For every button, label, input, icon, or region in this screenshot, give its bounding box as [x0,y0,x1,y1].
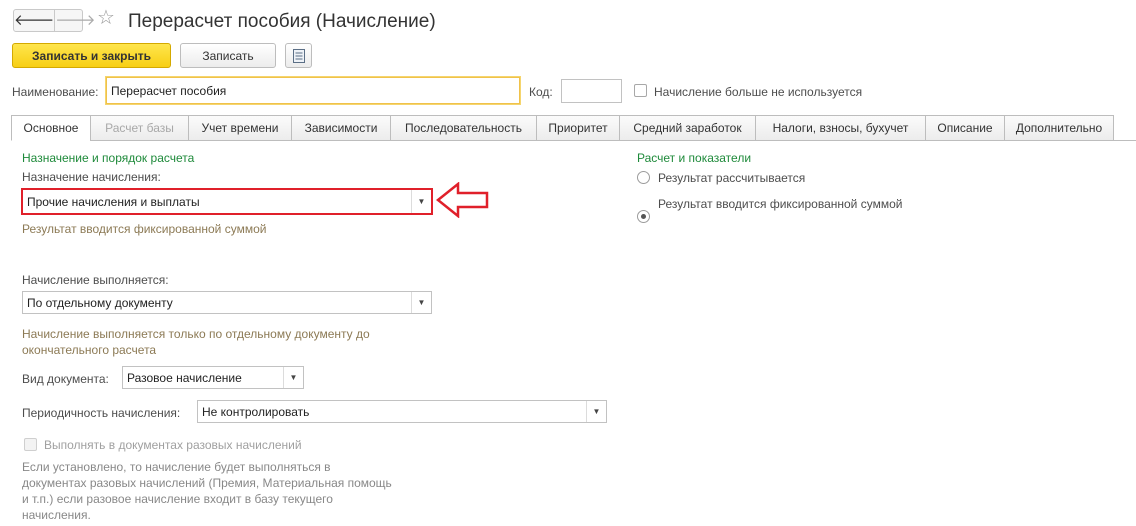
period-select[interactable]: Не контролировать ▼ [197,400,607,423]
tab-bar: Основное Расчет базы Учет времени Зависи… [11,115,1124,141]
arrow-left-icon[interactable]: 🡐 [14,10,56,31]
radio-fixed[interactable] [637,210,650,223]
one-time-hint-line: Если установлено, то начисление будет вы… [22,460,331,474]
save-button[interactable]: Записать [180,43,276,68]
chevron-down-icon[interactable]: ▼ [411,190,431,213]
tab-sequence[interactable]: Последовательность [390,115,537,141]
doc-type-label: Вид документа: [22,372,109,386]
unused-label: Начисление больше не используется [654,85,863,99]
star-icon[interactable]: ☆ [97,8,115,28]
tab-description[interactable]: Описание [925,115,1005,141]
navigation-buttons: 🡐 🡒 [13,9,95,32]
tab-average-earnings[interactable]: Средний заработок [619,115,756,141]
period-value: Не контролировать [202,404,310,419]
purpose-group-title: Назначение и порядок расчета [22,151,195,165]
tab-base-calc[interactable]: Расчет базы [90,115,189,141]
code-label: Код: [529,85,553,99]
purpose-label: Назначение начисления: [22,170,161,184]
purpose-select[interactable]: Прочие начисления и выплаты ▼ [21,188,433,215]
tab-additional[interactable]: Дополнительно [1004,115,1114,141]
radio-fixed-label: Результат вводится фиксированной суммой [658,197,903,211]
one-time-hint-line: и т.п.) если разовое начисление входит в… [22,492,333,506]
unused-checkbox[interactable] [634,84,647,97]
exec-hint-line: Начисление выполняется только по отдельн… [22,327,370,341]
tab-time-tracking[interactable]: Учет времени [188,115,292,141]
calc-group-title: Расчет и показатели [637,151,752,165]
list-icon[interactable] [285,43,312,68]
one-time-label: Выполнять в документах разовых начислени… [44,438,302,452]
doc-type-select[interactable]: Разовое начисление ▼ [122,366,304,389]
chevron-down-icon[interactable]: ▼ [411,292,431,313]
arrow-annotation-icon [435,181,490,221]
exec-hint-line: окончательного расчета [22,343,157,357]
radio-calculated[interactable] [637,171,650,184]
one-time-hint: Если установлено, то начисление будет вы… [22,459,392,523]
page-title: Перерасчет пособия (Начисление) [128,11,436,32]
tab-main[interactable]: Основное [11,115,91,141]
doc-type-value: Разовое начисление [127,370,242,385]
exec-label: Начисление выполняется: [22,273,169,287]
purpose-value: Прочие начисления и выплаты [27,194,200,209]
period-label: Периодичность начисления: [22,406,181,420]
exec-hint: Начисление выполняется только по отдельн… [22,326,370,358]
one-time-hint-line: документах разовых начислений (Премия, М… [22,476,392,490]
tab-taxes[interactable]: Налоги, взносы, бухучет [755,115,926,141]
purpose-hint: Результат вводится фиксированной суммой [22,222,267,236]
name-input[interactable]: Перерасчет пособия [106,77,520,104]
tab-priority[interactable]: Приоритет [536,115,620,141]
chevron-down-icon[interactable]: ▼ [283,367,303,388]
exec-value: По отдельному документу [27,295,173,310]
one-time-hint-line: начисления. [22,508,91,522]
save-and-close-button[interactable]: Записать и закрыть [12,43,171,68]
arrow-right-icon[interactable]: 🡒 [55,10,95,31]
radio-calculated-label: Результат рассчитывается [658,171,806,185]
tab-dependencies[interactable]: Зависимости [291,115,391,141]
one-time-checkbox[interactable] [24,438,37,451]
code-input[interactable] [561,79,622,103]
exec-select[interactable]: По отдельному документу ▼ [22,291,432,314]
chevron-down-icon[interactable]: ▼ [586,401,606,422]
name-label: Наименование: [12,85,99,99]
